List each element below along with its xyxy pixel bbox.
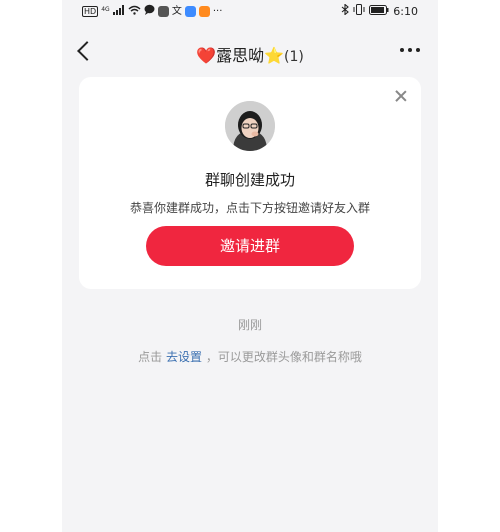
hint-prefix: 点击 bbox=[138, 350, 163, 364]
system-hint: 点击 去设置 ，可以更改群头像和群名称哦 bbox=[62, 348, 438, 365]
app-icon-1 bbox=[157, 6, 169, 18]
status-bar: HD 4G 文 ··· 6:10 bbox=[62, 0, 438, 24]
message-time: 刚刚 bbox=[237, 318, 262, 332]
more-notifications-icon: ··· bbox=[212, 5, 223, 17]
close-icon[interactable] bbox=[394, 89, 408, 103]
app-icon-2: 文 bbox=[171, 5, 182, 17]
wifi-icon bbox=[128, 5, 141, 19]
group-name: 露思呦 bbox=[216, 46, 265, 65]
4g-signal-icon: 4G bbox=[101, 4, 125, 19]
signal-type-label: 4G bbox=[101, 6, 110, 13]
card-title: 群聊创建成功 bbox=[204, 171, 295, 189]
vibrate-icon bbox=[353, 4, 365, 19]
more-options-icon[interactable] bbox=[400, 48, 420, 52]
settings-link[interactable]: 去设置 bbox=[166, 350, 202, 364]
status-right-icons: 6:10 bbox=[341, 3, 418, 19]
heart-emoji: ❤️ bbox=[196, 46, 217, 65]
phone-screen: HD 4G 文 ··· 6:10 ❤️露思呦⭐(1) 群聊创建成功 恭喜你建群成… bbox=[62, 0, 438, 532]
member-count: (1) bbox=[284, 49, 304, 65]
bluetooth-icon bbox=[341, 3, 350, 19]
group-title: ❤️露思呦⭐(1) bbox=[122, 42, 378, 66]
chat-icon bbox=[144, 4, 155, 19]
invite-button[interactable]: 邀请进群 bbox=[146, 226, 354, 266]
app-icon-4 bbox=[198, 6, 210, 18]
hint-suffix: ，可以更改群头像和群名称哦 bbox=[205, 350, 362, 364]
status-left-icons: HD 4G 文 ··· bbox=[82, 4, 222, 19]
card-subtitle: 恭喜你建群成功，点击下方按钮邀请好友入群 bbox=[129, 201, 370, 215]
back-icon[interactable] bbox=[77, 41, 97, 61]
nav-bar: ❤️露思呦⭐(1) bbox=[62, 34, 438, 72]
avatar bbox=[225, 101, 275, 151]
status-time: 6:10 bbox=[393, 5, 418, 18]
hd-icon: HD bbox=[82, 6, 99, 18]
star-emoji: ⭐ bbox=[264, 46, 284, 65]
app-icon-3 bbox=[184, 6, 196, 18]
group-created-card: 群聊创建成功 恭喜你建群成功，点击下方按钮邀请好友入群 邀请进群 bbox=[79, 77, 421, 289]
battery-icon bbox=[369, 4, 389, 19]
